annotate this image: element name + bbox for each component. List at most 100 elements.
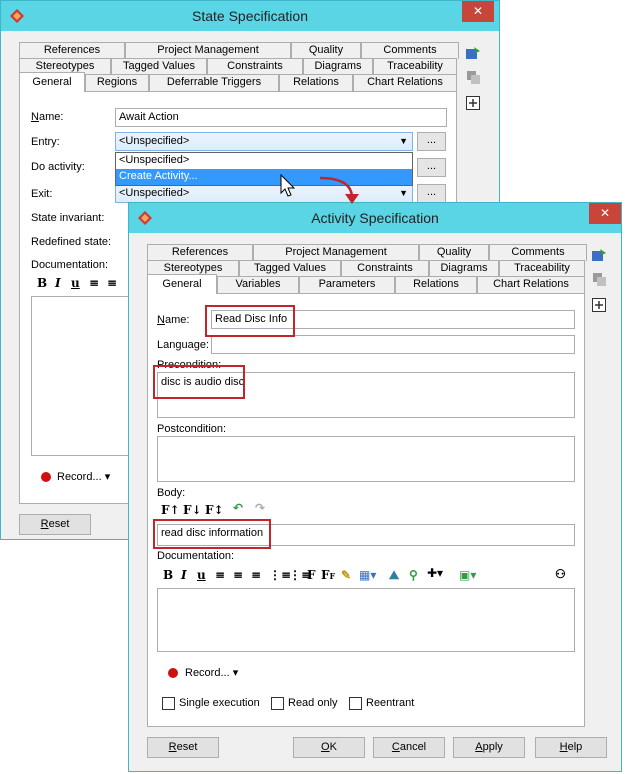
state-reset-button[interactable]: Reset [19, 514, 91, 535]
body-label: Body: [157, 487, 186, 499]
align-right-icon[interactable]: ≡ [251, 568, 261, 582]
bold-icon[interactable]: B [163, 568, 173, 582]
tab-parameters[interactable]: Parameters [299, 276, 395, 293]
tab-project-management[interactable]: Project Management [125, 42, 291, 59]
single-execution-label: Single execution [179, 697, 260, 709]
tab-general[interactable]: General [147, 274, 217, 294]
tab-diagrams[interactable]: Diagrams [303, 58, 373, 75]
redo-icon[interactable]: ↷ [255, 501, 265, 515]
bullet-list-icon[interactable]: ⋮≡ [269, 568, 291, 582]
do-activity-more-button[interactable]: ... [417, 158, 446, 177]
tab-tagged-values[interactable]: Tagged Values [239, 260, 341, 277]
state-window-title: State Specification [192, 8, 308, 24]
close-icon[interactable]: ✕ [462, 1, 494, 22]
font-icon[interactable]: F [307, 568, 316, 582]
tab-diagrams[interactable]: Diagrams [429, 260, 499, 277]
tab-references[interactable]: References [19, 42, 125, 59]
tab-chart-relations[interactable]: Chart Relations [477, 276, 585, 293]
state-record-button[interactable]: Record... ▾ [57, 470, 110, 483]
tab-traceability[interactable]: Traceability [373, 58, 457, 75]
function-down-icon[interactable]: F↓ [183, 503, 202, 517]
activity-documentation-area[interactable] [157, 588, 575, 652]
state-name-input[interactable]: Await Action [115, 108, 447, 127]
align-left-icon[interactable]: ≡ [89, 276, 99, 290]
underline-icon[interactable]: u [71, 276, 80, 290]
tab-project-management[interactable]: Project Management [253, 244, 419, 261]
postcondition-area[interactable] [157, 436, 575, 482]
entry-combo[interactable]: <Unspecified> ▼ [115, 132, 413, 151]
font-size-icon[interactable]: FF [321, 568, 335, 582]
model-element-icon[interactable] [465, 69, 481, 85]
tab-general[interactable]: General [19, 72, 85, 92]
chevron-down-icon: ▼ [399, 136, 408, 146]
activity-name-label: Name: [157, 314, 190, 326]
postcondition-label: Postcondition: [157, 423, 227, 435]
expand-icon[interactable] [591, 297, 607, 313]
tab-relations[interactable]: Relations [395, 276, 477, 293]
format-icon[interactable]: ✎ [341, 568, 351, 582]
model-element-icon[interactable] [591, 271, 607, 287]
tab-regions[interactable]: Regions [85, 74, 149, 91]
option-unspecified[interactable]: <Unspecified> [116, 153, 412, 169]
state-invariant-label: State invariant: [31, 212, 105, 224]
entry-dropdown-list: <Unspecified> Create Activity... [115, 152, 413, 186]
precondition-callout [153, 365, 245, 399]
name-callout [205, 305, 295, 337]
undo-icon[interactable]: ↶ [233, 501, 243, 515]
add-icon[interactable]: ✚▾ [427, 566, 443, 580]
tab-deferrable-triggers[interactable]: Deferrable Triggers [149, 74, 279, 91]
activity-reset-button[interactable]: Reset [147, 737, 219, 758]
exit-more-button[interactable]: ... [417, 184, 446, 203]
binoculars-icon[interactable]: ⚇ [555, 567, 566, 581]
tab-constraints[interactable]: Constraints [207, 58, 303, 75]
cancel-button[interactable]: Cancel [373, 737, 445, 758]
single-execution-checkbox[interactable] [162, 697, 175, 710]
tab-constraints[interactable]: Constraints [341, 260, 429, 277]
ok-button[interactable]: OK [293, 737, 365, 758]
template-icon[interactable]: ▣▾ [459, 568, 476, 582]
function-icon[interactable]: F↑ [161, 503, 180, 517]
tab-traceability[interactable]: Traceability [499, 260, 585, 277]
entry-more-button[interactable]: ... [417, 132, 446, 151]
help-button[interactable]: Help [535, 737, 607, 758]
option-create-activity[interactable]: Create Activity... [116, 169, 412, 185]
state-tabs-row1: References Project Management Quality Co… [19, 42, 459, 59]
do-activity-label: Do activity: [31, 161, 85, 173]
activity-record-button[interactable]: Record... ▾ [185, 666, 238, 679]
italic-icon[interactable]: I [181, 568, 187, 582]
state-title-bar[interactable]: State Specification ✕ [1, 1, 499, 31]
align-center-icon[interactable]: ≡ [233, 568, 243, 582]
activity-title-bar[interactable]: Activity Specification ✕ [129, 203, 621, 233]
state-documentation-area[interactable] [31, 296, 131, 456]
tab-tagged-values[interactable]: Tagged Values [111, 58, 207, 75]
state-tabs-row3: General Regions Deferrable Triggers Rela… [19, 72, 457, 92]
underline-icon[interactable]: u [197, 568, 206, 582]
add-stereotype-icon[interactable] [465, 45, 481, 61]
tab-comments[interactable]: Comments [361, 42, 459, 59]
tab-relations[interactable]: Relations [279, 74, 353, 91]
tab-variables[interactable]: Variables [217, 276, 299, 293]
link-icon[interactable]: ⚲ [409, 568, 418, 582]
table-icon[interactable]: ▦▾ [359, 568, 376, 582]
tab-quality[interactable]: Quality [291, 42, 361, 59]
expand-icon[interactable] [465, 95, 481, 111]
activity-window-title: Activity Specification [311, 210, 439, 226]
add-stereotype-icon[interactable] [591, 247, 607, 263]
apply-button[interactable]: Apply [453, 737, 525, 758]
language-input[interactable] [211, 335, 575, 354]
align-left-icon[interactable]: ≡ [215, 568, 225, 582]
exit-combo[interactable]: <Unspecified> ▼ [115, 184, 413, 203]
close-icon[interactable]: ✕ [589, 203, 621, 224]
tab-quality[interactable]: Quality [419, 244, 489, 261]
insert-image-icon[interactable]: ⛰ [389, 568, 399, 583]
tab-comments[interactable]: Comments [489, 244, 587, 261]
bold-icon[interactable]: B [37, 276, 47, 290]
italic-icon[interactable]: I [55, 276, 61, 290]
function-sort-icon[interactable]: F↕ [205, 503, 224, 517]
reentrant-checkbox[interactable] [349, 697, 362, 710]
tab-chart-relations[interactable]: Chart Relations [353, 74, 457, 91]
read-only-checkbox[interactable] [271, 697, 284, 710]
tab-references[interactable]: References [147, 244, 253, 261]
align-center-icon[interactable]: ≡ [107, 276, 117, 290]
chevron-down-icon: ▼ [399, 188, 408, 198]
